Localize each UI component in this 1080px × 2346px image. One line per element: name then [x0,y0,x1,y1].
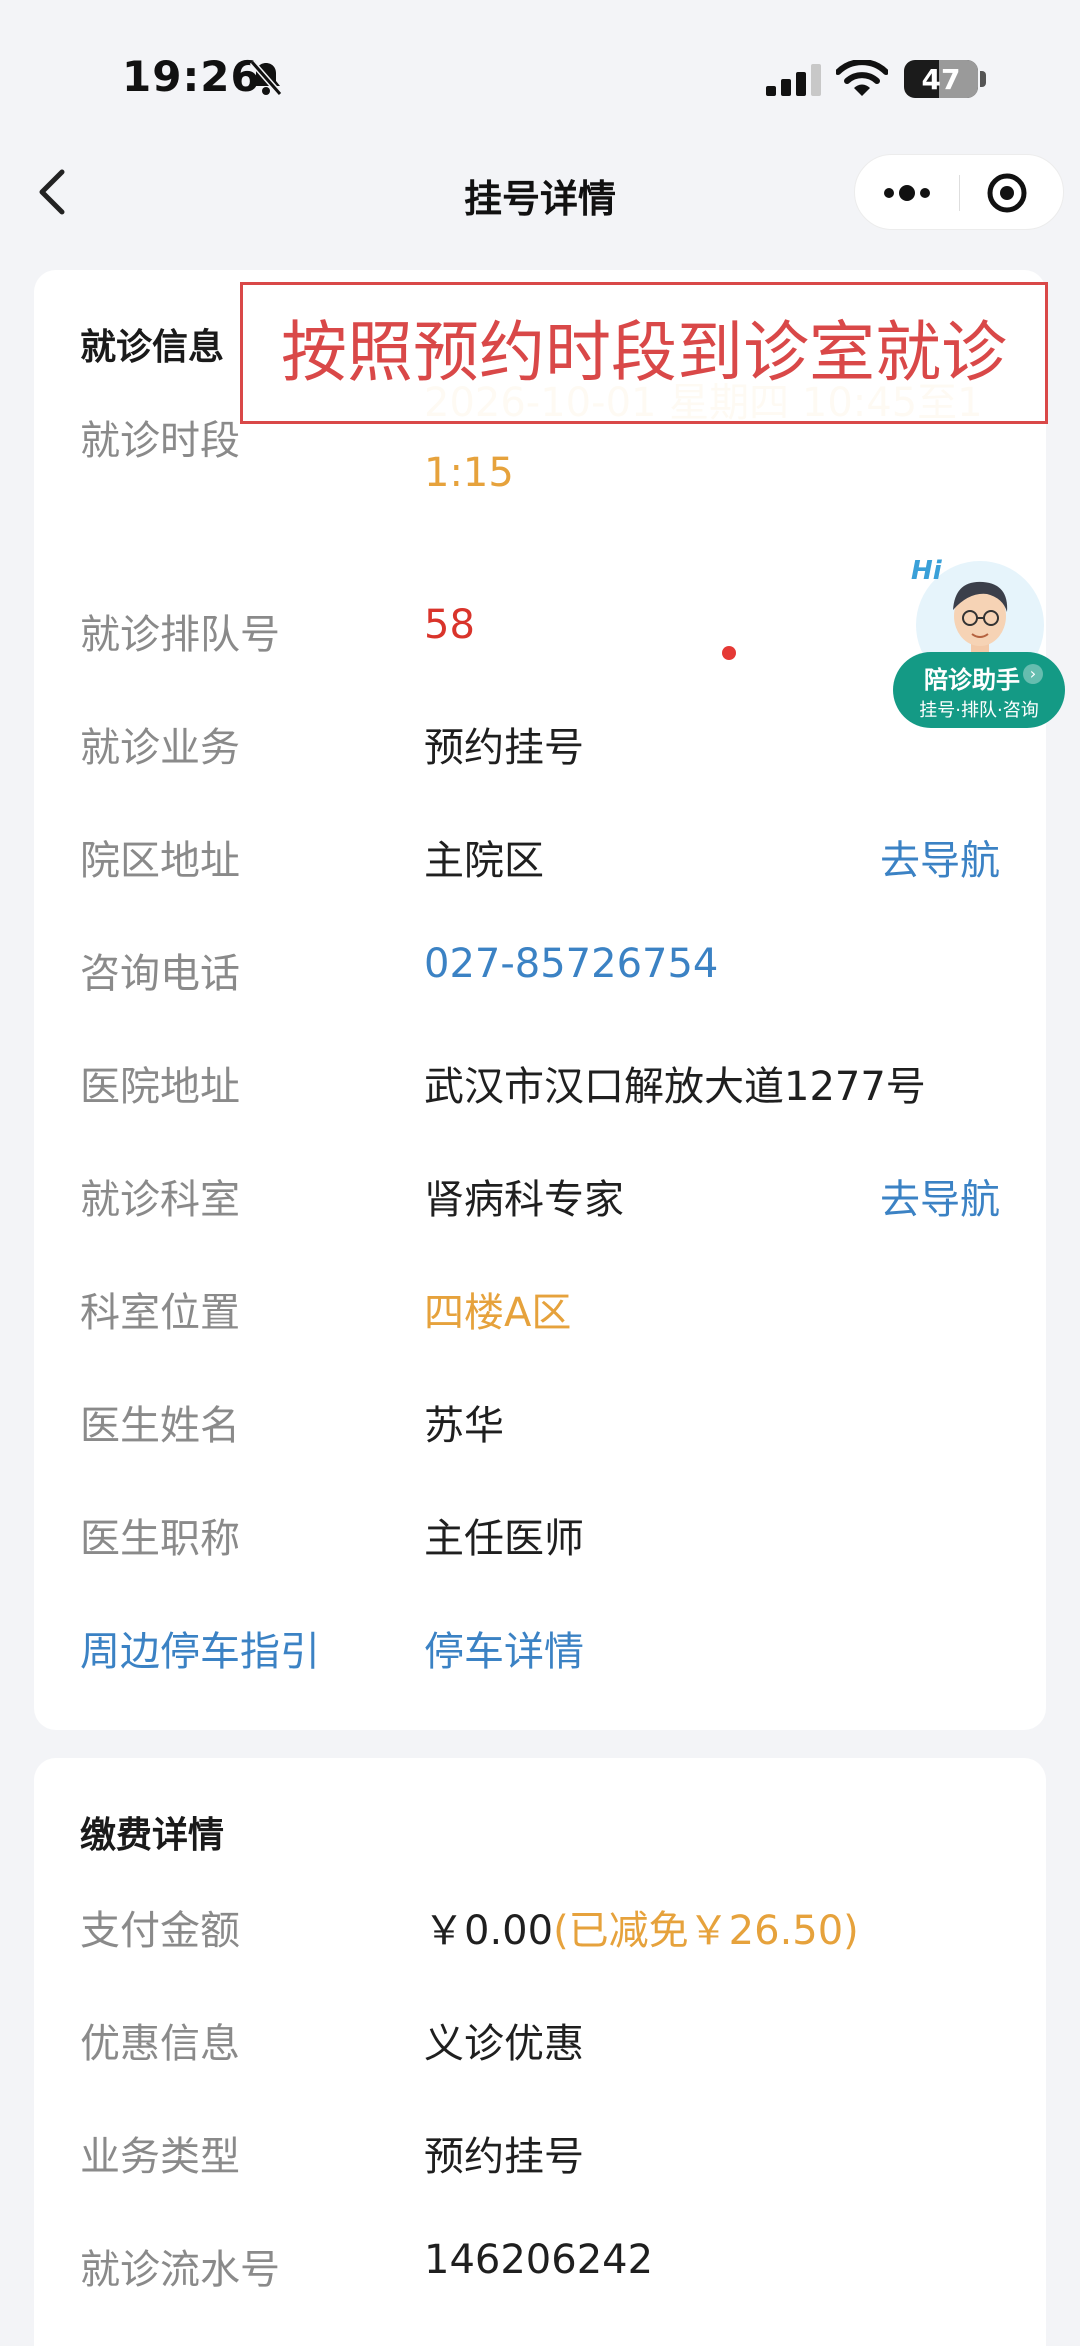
department-location-label: 科室位置 [80,1290,240,1336]
business-type-value: 预约挂号 [424,2134,584,2180]
department-label: 就诊科室 [80,1177,240,1223]
serial-number-value: 146206242 [424,2237,654,2283]
department-navigate-link[interactable]: 去导航 [880,1167,1000,1225]
bell-muted-icon [249,60,283,96]
signal-icon [766,64,821,96]
status-time: 19:26 [122,52,261,101]
parking-details-link[interactable]: 停车详情 [424,1619,584,1677]
capsule-divider [959,175,960,211]
battery-cap [980,71,986,87]
payment-card: 缴费详情 支付金额 ￥0.00(已减免￥26.50) 优惠信息 义诊优惠 业务类… [34,1758,1046,2346]
doctor-title-label: 医生职称 [80,1516,240,1562]
doctor-name-value: 苏华 [424,1403,504,1449]
chevron-right-icon: › [1023,664,1043,684]
phone-label: 咨询电话 [80,951,240,997]
close-target-icon[interactable] [985,171,1029,215]
parking-guide-link[interactable]: 周边停车指引 [80,1619,320,1677]
business-type-label: 业务类型 [80,2134,240,2180]
visit-info-title: 就诊信息 [80,327,225,368]
assistant-subtitle: 挂号·排队·咨询 [919,700,1039,721]
mini-program-capsule [854,154,1064,230]
consultation-assistant-button[interactable]: Hi 陪诊助手 › 挂号·排队·咨询 [893,548,1065,728]
battery-level-text: 47 [921,63,961,96]
doctor-name-label: 医生姓名 [80,1403,240,1449]
campus-address-value: 主院区 [424,838,544,884]
visit-info-card: 就诊信息 就诊时段 2026-10-01 星期四 10:45至11:15 就诊排… [34,270,1046,1730]
wifi-icon [836,60,888,96]
amount-paid: ￥0.00 [424,1908,554,1954]
campus-navigate-link[interactable]: 去导航 [880,828,1000,886]
assistant-hi-text: Hi [911,556,942,586]
department-location-value: 四楼A区 [424,1290,572,1336]
visit-business-value: 预约挂号 [424,725,584,771]
hospital-address-label: 医院地址 [80,1064,240,1110]
doctor-title-value: 主任医师 [424,1516,584,1562]
visit-business-label: 就诊业务 [80,725,240,771]
more-menu-icon[interactable] [877,173,937,213]
battery-indicator: 47 [904,60,978,98]
payment-title: 缴费详情 [80,1815,225,1856]
queue-number-label: 就诊排队号 [80,612,280,658]
queue-number-value: 58 [424,602,475,648]
department-value: 肾病科专家 [424,1177,624,1223]
serial-number-label: 就诊流水号 [80,2247,280,2293]
screen: 19:26 47 挂号详情 就诊信息 就诊时段 1:15 就诊排队号 58 就诊… [0,0,1080,2346]
hospital-address-value: 武汉市汉口解放大道1277号 [424,1064,926,1110]
payment-amount-label: 支付金额 [80,1908,240,1954]
annotation-callout: 按照预约时段到诊室就诊 [240,282,1048,424]
phone-link[interactable]: 027-85726754 [424,941,718,987]
visit-time-label: 就诊时段 [80,418,240,464]
red-dot-marker [722,646,736,660]
assistant-badge: 陪诊助手 › 挂号·排队·咨询 [893,652,1065,728]
discount-info-label: 优惠信息 [80,2021,240,2067]
amount-waived-note: (已减免￥26.50) [553,1908,859,1954]
payment-amount-value: ￥0.00(已减免￥26.50) [424,1898,859,1956]
campus-address-label: 院区地址 [80,838,240,884]
discount-info-value: 义诊优惠 [424,2021,584,2067]
